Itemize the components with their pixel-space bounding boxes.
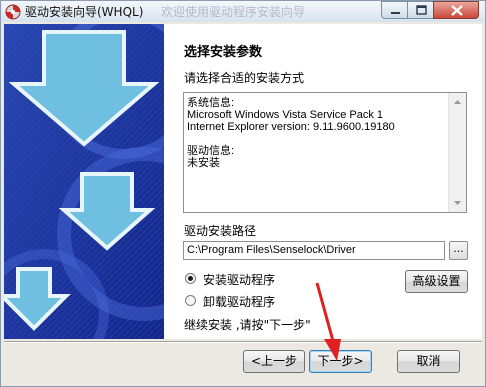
scroll-down-icon[interactable] (449, 195, 466, 212)
install-driver-label: 安装驱动程序 (203, 273, 276, 287)
uninstall-driver-label: 卸载驱动程序 (203, 295, 276, 309)
continue-hint: 继续安装 ,请按"下一步" (184, 318, 311, 332)
radio-unselected-icon (185, 295, 196, 306)
cancel-button[interactable]: 取消 (397, 350, 460, 373)
footer-divider (4, 341, 482, 343)
minimize-icon (391, 12, 400, 14)
advanced-settings-button[interactable]: 高级设置 (405, 270, 468, 293)
background-window-title: 欢迎使用驱动程序安装向导 (161, 5, 306, 19)
annotation-arrow-icon (315, 282, 341, 361)
browse-button[interactable]: ... (449, 241, 468, 260)
maximize-button[interactable] (407, 1, 434, 19)
title-bar[interactable]: 驱动安装向导(WHQL) 欢迎使用驱动程序安装向导 (1, 1, 485, 23)
scroll-up-icon[interactable] (449, 93, 466, 110)
install-path-input[interactable]: C:\Program Files\Senselock\Driver (183, 241, 445, 260)
app-icon (5, 4, 21, 20)
install-mode-prompt: 请选择合适的安装方式 (184, 71, 305, 85)
sidebar-banner-image (4, 24, 164, 339)
page-heading: 选择安装参数 (184, 45, 263, 60)
uninstall-driver-radio[interactable]: 卸载驱动程序 (185, 293, 405, 309)
install-driver-radio[interactable]: 安装驱动程序 (185, 271, 405, 287)
minimize-button[interactable] (381, 1, 408, 19)
info-scrollbar[interactable] (448, 93, 466, 212)
window-title: 驱动安装向导(WHQL) (25, 5, 144, 19)
close-button[interactable] (433, 1, 479, 19)
back-button[interactable]: <上一步 (243, 350, 305, 373)
system-info-box[interactable]: 系统信息: Microsoft Windows Vista Service Pa… (183, 92, 467, 213)
install-path-label: 驱动安装路径 (184, 224, 257, 238)
close-icon (451, 5, 463, 16)
maximize-icon (416, 5, 427, 15)
system-info-text: 系统信息: Microsoft Windows Vista Service Pa… (187, 97, 395, 169)
installer-window: 驱动安装向导(WHQL) 欢迎使用驱动程序安装向导 选择安装参数 请选择合适的安… (0, 0, 486, 387)
radio-selected-icon (185, 273, 196, 284)
